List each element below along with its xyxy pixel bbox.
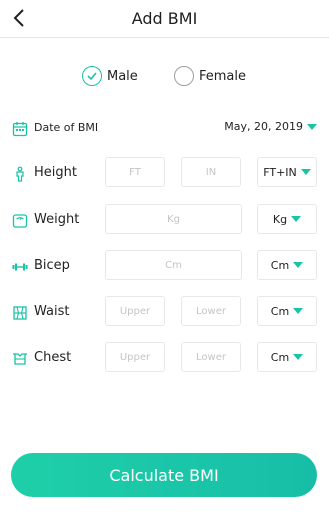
height-row: Height FT IN FT+IN — [0, 157, 329, 191]
weight-row: Weight Kg Kg — [0, 204, 329, 238]
chest-icon — [13, 353, 27, 365]
height-ft-input[interactable]: FT — [105, 157, 165, 187]
radio-empty-icon — [174, 66, 194, 86]
checkmark-icon — [82, 66, 102, 86]
chest-upper-input[interactable]: Upper — [105, 342, 165, 372]
chest-label: Chest — [34, 350, 72, 365]
weight-unit-select[interactable]: Kg — [257, 204, 317, 234]
header-bar: Add BMI — [0, 0, 329, 38]
bicep-row: Bicep Cm Cm — [0, 250, 329, 284]
caret-down-icon — [300, 169, 311, 175]
waist-unit-select[interactable]: Cm — [257, 296, 317, 326]
date-of-bmi-picker[interactable]: May, 20, 2019 — [224, 120, 317, 133]
bicep-input[interactable]: Cm — [105, 250, 242, 280]
caret-down-icon — [293, 308, 304, 314]
chest-row: Chest Upper Lower Cm — [0, 342, 329, 376]
gender-selector: Male Female — [0, 64, 329, 90]
height-label: Height — [34, 165, 77, 180]
height-icon — [16, 166, 24, 182]
chest-unit-select[interactable]: Cm — [257, 342, 317, 372]
chest-lower-input[interactable]: Lower — [181, 342, 241, 372]
bicep-icon — [12, 263, 28, 271]
waist-upper-input[interactable]: Upper — [105, 296, 165, 326]
date-of-bmi-value: May, 20, 2019 — [224, 120, 303, 133]
gender-female-label: Female — [199, 68, 247, 84]
caret-down-icon — [291, 216, 302, 222]
date-of-bmi-row: Date of BMI May, 20, 2019 — [0, 112, 329, 146]
calculate-bmi-button[interactable]: Calculate BMI — [11, 453, 317, 497]
weight-input[interactable]: Kg — [105, 204, 242, 234]
gender-female-radio[interactable]: Female — [174, 66, 246, 86]
bicep-label: Bicep — [34, 258, 70, 273]
chest-unit-value: Cm — [270, 350, 290, 364]
date-of-bmi-label: Date of BMI — [34, 121, 99, 134]
waist-icon — [13, 306, 27, 320]
waist-row: Waist Upper Lower Cm — [0, 296, 329, 330]
waist-lower-input[interactable]: Lower — [181, 296, 241, 326]
waist-unit-value: Cm — [270, 304, 290, 318]
height-unit-select[interactable]: FT+IN — [257, 157, 317, 187]
weight-unit-value: Kg — [272, 212, 288, 226]
height-unit-value: FT+IN — [263, 165, 297, 179]
page-title: Add BMI — [131, 9, 198, 28]
gender-male-label: Male — [107, 68, 138, 84]
bicep-unit-select[interactable]: Cm — [257, 250, 317, 280]
weight-label: Weight — [34, 212, 80, 227]
height-in-input[interactable]: IN — [181, 157, 241, 187]
caret-down-icon — [293, 354, 304, 360]
calendar-icon — [12, 122, 28, 137]
bicep-unit-value: Cm — [270, 258, 290, 272]
gender-male-radio[interactable]: Male — [82, 66, 138, 86]
caret-down-icon — [307, 123, 317, 130]
scale-icon — [12, 214, 28, 228]
caret-down-icon — [293, 262, 304, 268]
waist-label: Waist — [34, 304, 70, 319]
